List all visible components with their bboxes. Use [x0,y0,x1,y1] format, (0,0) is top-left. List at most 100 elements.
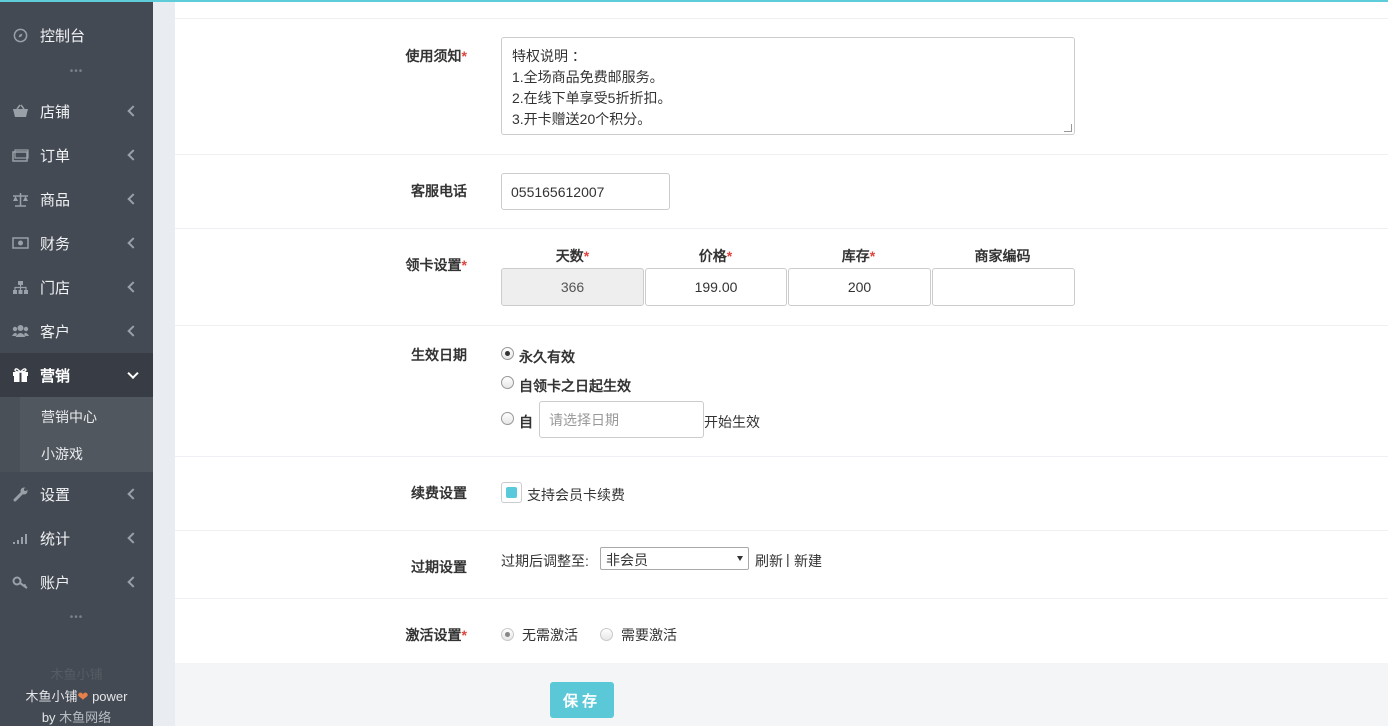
row-divider [175,530,1388,531]
sidebar: 控制台 ••• 店铺 订单 商品 财务 门店 客户 营销 营销中心 小游戏 设置… [0,0,153,726]
row-divider [175,598,1388,599]
radio-permanent-label: 永久有效 [519,349,575,365]
radio-from-date[interactable] [501,412,514,425]
select-arrow-icon [737,556,743,561]
nav-settings[interactable]: 设置 [0,472,153,516]
basket-icon [12,103,29,120]
nav-dashboard[interactable]: 控制台 [0,13,153,57]
sitemap-icon [12,279,29,296]
nav-shop[interactable]: 店铺 [0,89,153,133]
radio-need-activation[interactable] [600,628,613,641]
start-effective-suffix: 开始生效 [704,414,760,430]
nav-label: 客户 [40,323,71,341]
nav-account[interactable]: 账户 [0,560,153,604]
gift-icon [12,367,29,384]
nav-label: 账户 [40,574,71,592]
stock-input[interactable]: 200 [788,268,931,306]
footer-brand: 木鱼小铺 [25,689,78,704]
save-button[interactable]: 保存 [550,682,614,718]
phone-label: 客服电话 [411,183,467,199]
submenu-bar [0,397,20,472]
footer-company-link[interactable]: 木鱼网络 [59,710,111,725]
scale-icon [12,191,29,208]
divider-dots: ••• [69,66,84,77]
renew-label: 续费设置 [411,485,467,501]
chevron-left-icon [127,488,139,500]
nav-orders[interactable]: 订单 [0,133,153,177]
signal-icon [12,530,29,547]
price-input[interactable]: 199.00 [645,268,787,306]
footer-credit: 木鱼小铺❤ power [0,686,153,705]
nav-label: 设置 [40,486,71,504]
nav-label: 财务 [40,235,71,253]
effective-date-label: 生效日期 [411,347,467,363]
money-icon [12,147,29,164]
row-divider [175,325,1388,326]
footer-by: by 木鱼网络 [0,707,153,726]
nav-label: 店铺 [40,103,71,121]
users-icon [12,323,29,340]
footer-faint-brand: 木鱼小铺 [50,667,103,682]
renew-checkbox-label: 支持会员卡续费 [527,487,625,503]
radio-from-claim[interactable] [501,376,514,389]
expire-label: 过期设置 [411,559,467,575]
row-divider [175,18,1388,19]
nav-customers[interactable]: 客户 [0,309,153,353]
chevron-left-icon [127,105,139,117]
radio-need-activation-label: 需要激活 [621,627,677,643]
card-settings-label: 领卡设置* [405,257,467,273]
chevron-left-icon [127,281,139,293]
key-icon [12,574,29,591]
nav-stores[interactable]: 门店 [0,265,153,309]
radio-permanent[interactable] [501,347,514,360]
resize-grip-icon[interactable] [1064,124,1072,132]
col-code-header: 商家编码 [974,248,1031,264]
col-stock-header: 库存* [841,248,876,264]
wrench-icon [12,486,29,503]
refresh-link[interactable]: 刷新 [755,551,783,571]
nav-marketing[interactable]: 营销 [0,353,153,397]
chevron-left-icon [127,193,139,205]
nav-label: 控制台 [40,27,86,45]
nav-label: 统计 [40,530,71,548]
merchant-code-input[interactable] [932,268,1075,306]
nav-label: 订单 [40,147,71,165]
nav-label: 门店 [40,279,71,297]
new-level-link[interactable]: 新建 [794,551,822,571]
nav-label: 营销 [40,367,71,385]
submenu-item-minigames[interactable]: 小游戏 [41,444,83,464]
start-date-input[interactable]: 请选择日期 [539,401,704,438]
radio-from-date-label: 自 [519,414,533,430]
chevron-left-icon [127,237,139,249]
row-divider [175,456,1388,457]
nav-label: 商品 [40,191,71,209]
radio-no-activation-label: 无需激活 [522,627,578,643]
date-placeholder: 请选择日期 [549,411,619,428]
divider-dots: ••• [69,612,84,623]
notice-textarea[interactable]: 特权说明 ： 1.全场商品免费邮服务。 2.在线下单享受5折折扣。 3.开卡赠送… [501,37,1075,135]
chevron-left-icon [127,325,139,337]
footer-by-label: by [41,710,56,725]
nav-stats[interactable]: 统计 [0,516,153,560]
form-footer [175,663,1388,726]
col-days-header: 天数* [555,248,590,264]
chevron-down-icon [127,367,139,380]
nav-goods[interactable]: 商品 [0,177,153,221]
nav-finance[interactable]: 财务 [0,221,153,265]
radio-from-claim-label: 自领卡之日起生效 [519,378,631,394]
cash-icon [12,235,29,252]
expire-prefix: 过期后调整至: [501,553,589,569]
renew-checkbox[interactable] [501,482,522,503]
chevron-left-icon [127,576,139,588]
phone-input[interactable]: 055165612007 [501,173,670,210]
radio-no-activation[interactable] [501,628,514,641]
submenu-item-marketing-center[interactable]: 营销中心 [41,407,97,427]
days-input: 366 [501,268,644,306]
row-divider [175,228,1388,229]
footer-power: power [92,689,128,704]
row-divider [175,154,1388,155]
activate-label: 激活设置* [405,627,467,643]
link-separator: | [786,551,790,567]
dashboard-icon [12,27,29,44]
expire-level-select[interactable]: 非会员 [600,547,749,570]
